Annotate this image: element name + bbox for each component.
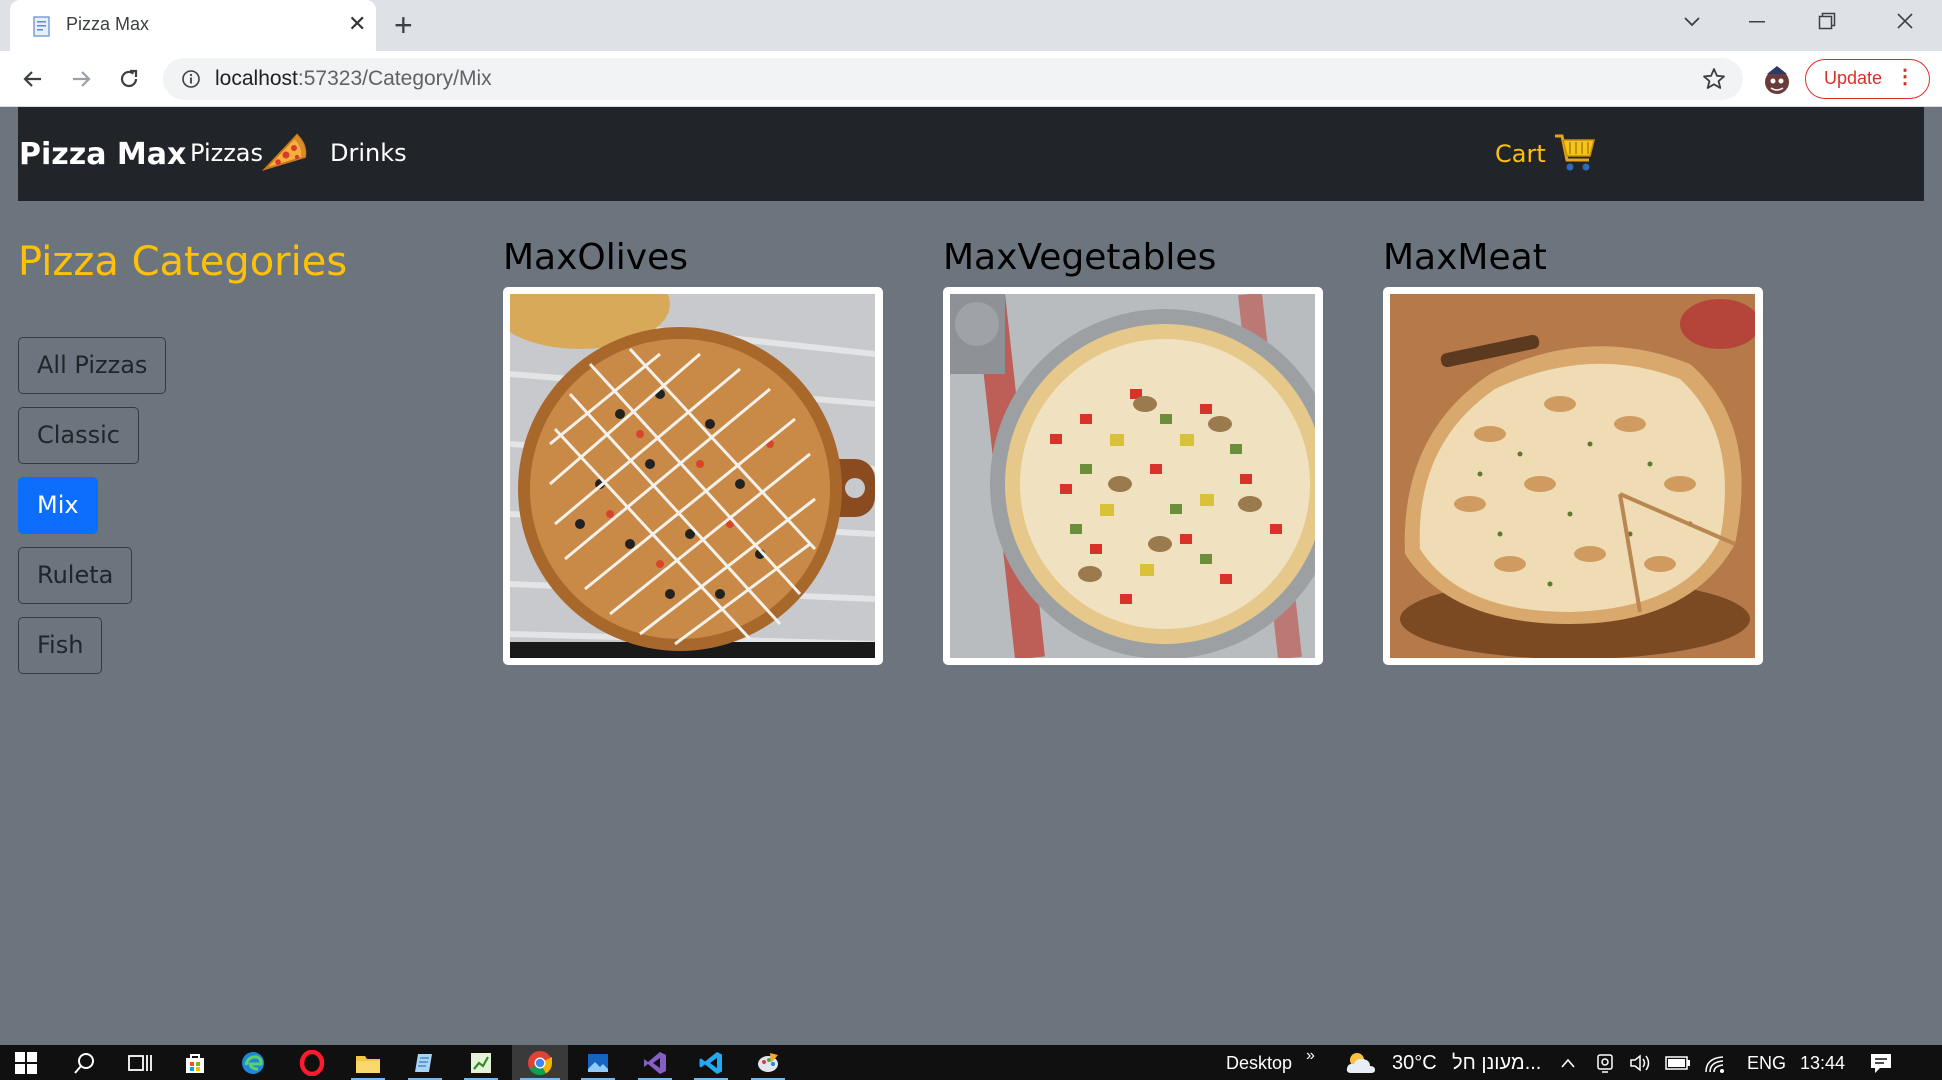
tab-search-chevron-icon[interactable] bbox=[1683, 14, 1701, 28]
url-path: :57323/Category/Mix bbox=[297, 67, 492, 90]
edge-browser-icon bbox=[242, 1051, 264, 1074]
close-window-icon[interactable] bbox=[1896, 12, 1914, 30]
nav-cart-link[interactable]: Cart bbox=[1495, 140, 1546, 168]
device-icon[interactable] bbox=[1595, 1052, 1615, 1074]
product-name: MaxVegetables bbox=[943, 237, 1217, 278]
taskbar-app-paint[interactable] bbox=[743, 1045, 793, 1080]
clock-time[interactable]: 13:44 bbox=[1800, 1053, 1845, 1074]
speaker-volume-icon[interactable] bbox=[1628, 1052, 1652, 1074]
language-indicator[interactable]: ENG bbox=[1747, 1053, 1786, 1074]
bookmark-star-icon[interactable] bbox=[1701, 66, 1727, 92]
browser-tab[interactable]: Pizza Max ✕ bbox=[10, 0, 376, 51]
taskbar-visual-studio[interactable] bbox=[630, 1045, 680, 1080]
category-classic-button[interactable]: Classic bbox=[18, 407, 140, 464]
address-bar[interactable]: localhost:57323/Category/Mix bbox=[163, 58, 1743, 100]
back-button[interactable] bbox=[16, 62, 50, 96]
opera-browser-icon bbox=[299, 1049, 325, 1076]
browser-tab-strip: Pizza Max ✕ + bbox=[0, 0, 1942, 51]
visual-studio-icon bbox=[644, 1051, 666, 1074]
product-name: MaxOlives bbox=[503, 237, 688, 278]
pizza-meat-image bbox=[1390, 294, 1760, 659]
product-image-frame[interactable] bbox=[490, 259, 883, 665]
reload-icon bbox=[120, 69, 138, 88]
update-label: Update bbox=[1824, 68, 1883, 88]
browser-toolbar: localhost:57323/Category/Mix Update ⋮ bbox=[0, 51, 1942, 107]
weather-temperature[interactable]: 30°C bbox=[1392, 1052, 1437, 1075]
pizza-slice-icon bbox=[261, 133, 307, 172]
windows-logo-icon bbox=[15, 1051, 37, 1074]
taskbar-app-notepad[interactable] bbox=[400, 1045, 450, 1080]
taskbar-chrome[interactable] bbox=[512, 1045, 568, 1080]
taskbar-vscode[interactable] bbox=[686, 1045, 736, 1080]
product-card: MaxOlives bbox=[490, 237, 883, 665]
battery-icon[interactable] bbox=[1664, 1054, 1692, 1072]
chart-app-icon bbox=[471, 1052, 491, 1073]
product-card: MaxVegetables bbox=[943, 237, 1340, 665]
profile-avatar[interactable] bbox=[1762, 62, 1792, 96]
chrome-browser-icon bbox=[528, 1050, 552, 1075]
nav-pizzas-link[interactable]: Pizzas bbox=[190, 139, 263, 167]
minimize-icon[interactable] bbox=[1748, 20, 1766, 24]
site-info-icon[interactable] bbox=[181, 69, 201, 89]
product-card: MaxMeat bbox=[1383, 237, 1763, 665]
tab-close-icon[interactable]: ✕ bbox=[348, 12, 366, 38]
paint-icon bbox=[758, 1052, 778, 1072]
forward-arrow-icon bbox=[73, 71, 91, 87]
reload-button[interactable] bbox=[112, 62, 146, 96]
category-mix-button[interactable]: Mix bbox=[18, 477, 98, 534]
taskbar-store[interactable] bbox=[170, 1045, 220, 1080]
category-ruleta-button[interactable]: Ruleta bbox=[18, 547, 133, 604]
page-favicon-icon bbox=[33, 16, 50, 37]
back-arrow-icon bbox=[23, 71, 41, 87]
notifications-icon[interactable] bbox=[1868, 1051, 1894, 1075]
start-button[interactable] bbox=[0, 1045, 52, 1080]
search-icon bbox=[74, 1052, 94, 1074]
sidebar-title: Pizza Categories bbox=[18, 239, 348, 285]
taskbar-edge[interactable] bbox=[228, 1045, 278, 1080]
store-icon bbox=[186, 1053, 204, 1073]
new-tab-button[interactable]: + bbox=[394, 9, 413, 41]
update-button[interactable]: Update ⋮ bbox=[1805, 59, 1930, 99]
forward-button[interactable] bbox=[64, 62, 98, 96]
desktop-toolbar-label[interactable]: Desktop bbox=[1226, 1053, 1292, 1074]
url-text[interactable]: localhost:57323/Category/Mix bbox=[215, 67, 492, 91]
taskbar-app-chart[interactable] bbox=[456, 1045, 506, 1080]
nav-drinks-link[interactable]: Drinks bbox=[330, 139, 407, 167]
brand-link[interactable]: Pizza Max bbox=[19, 137, 186, 172]
site-navbar: Pizza Max Pizzas Drinks Cart bbox=[18, 107, 1924, 201]
weather-cloud-icon[interactable] bbox=[1345, 1050, 1377, 1076]
toolbar-expand-icon[interactable]: » bbox=[1306, 1047, 1315, 1065]
product-image-frame[interactable] bbox=[943, 287, 1340, 665]
restore-icon[interactable] bbox=[1818, 12, 1836, 30]
weather-description[interactable]: מעונן חל... bbox=[1452, 1052, 1541, 1075]
notepad-icon bbox=[415, 1053, 432, 1072]
pizza-vegetables-image bbox=[950, 292, 1340, 660]
pizza-olives-image bbox=[490, 259, 876, 658]
vscode-icon bbox=[699, 1051, 722, 1074]
task-view-button[interactable] bbox=[115, 1045, 165, 1080]
page-viewport: Pizza Max Pizzas Drinks Cart Pizza Categ… bbox=[0, 107, 1942, 1045]
category-all-pizzas-button[interactable]: All Pizzas bbox=[18, 337, 167, 394]
folder-icon bbox=[356, 1055, 380, 1073]
category-fish-button[interactable]: Fish bbox=[18, 617, 103, 674]
tab-title: Pizza Max bbox=[66, 14, 150, 34]
url-host: localhost bbox=[215, 67, 298, 90]
shopping-cart-icon[interactable] bbox=[1553, 130, 1597, 174]
task-view-icon bbox=[128, 1054, 152, 1071]
wifi-icon[interactable] bbox=[1703, 1052, 1727, 1074]
product-name: MaxMeat bbox=[1383, 237, 1547, 278]
product-image-frame[interactable] bbox=[1383, 287, 1763, 665]
more-menu-icon[interactable]: ⋮ bbox=[1895, 66, 1915, 88]
taskbar-file-explorer[interactable] bbox=[343, 1045, 393, 1080]
taskbar-opera[interactable] bbox=[287, 1045, 337, 1080]
taskbar-app-photos[interactable] bbox=[573, 1045, 623, 1080]
windows-taskbar: Desktop » 30°C מעונן חל... ENG 13:44 bbox=[0, 1045, 1942, 1080]
taskbar-search-button[interactable] bbox=[60, 1045, 110, 1080]
photos-icon bbox=[588, 1053, 608, 1072]
show-hidden-icons-icon[interactable] bbox=[1560, 1057, 1576, 1069]
